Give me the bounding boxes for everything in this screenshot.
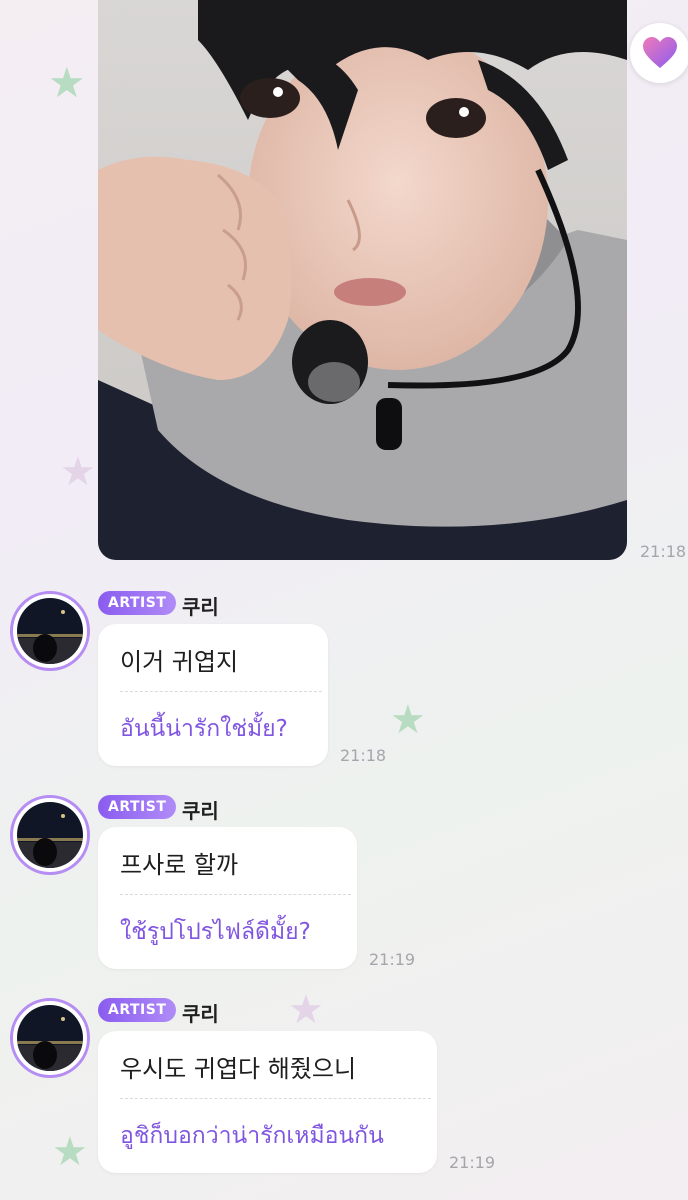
message-text: 프사로 할까 <box>120 851 239 879</box>
star-decoration-icon: ★ <box>48 58 86 107</box>
message-bubble[interactable]: 프사로 할까 ใช้รูปโปรไฟล์ดีมั้ย? <box>98 827 357 969</box>
message-timestamp: 21:19 <box>369 950 416 969</box>
artist-avatar[interactable] <box>10 795 90 875</box>
message-timestamp: 21:19 <box>449 1153 496 1172</box>
avatar-photo <box>17 1005 83 1071</box>
artist-avatar[interactable] <box>10 998 90 1078</box>
translation-divider <box>120 894 351 895</box>
reaction-button[interactable] <box>630 23 688 83</box>
translation-divider <box>120 691 322 692</box>
artist-badge: ARTIST <box>98 591 177 615</box>
artist-badge: ARTIST <box>98 998 177 1022</box>
message-text: 우시도 귀엽다 해줬으니 <box>120 1055 357 1083</box>
photo-message[interactable] <box>98 0 627 560</box>
avatar-photo <box>17 598 83 664</box>
avatar-photo <box>17 802 83 868</box>
photo-timestamp: 21:18 <box>640 542 687 561</box>
artist-badge: ARTIST <box>98 795 177 819</box>
star-decoration-icon: ★ <box>288 987 324 1033</box>
translation-divider <box>120 1098 431 1099</box>
star-decoration-icon: ★ <box>60 449 96 495</box>
message-translation: อูชิก็บอกว่าน่ารักเหมือนกัน <box>120 1123 384 1149</box>
sender-name: 쿠리 <box>182 595 219 619</box>
message-translation: อันนี้น่ารักใช่มั้ย? <box>120 716 288 742</box>
star-decoration-icon: ★ <box>390 697 426 743</box>
artist-avatar[interactable] <box>10 591 90 671</box>
sender-name: 쿠리 <box>182 799 219 823</box>
message-timestamp: 21:18 <box>340 746 387 765</box>
sender-name: 쿠리 <box>182 1002 219 1026</box>
message-bubble[interactable]: 우시도 귀엽다 해줬으니 อูชิก็บอกว่าน่ารักเหมือนกัน <box>98 1031 437 1173</box>
message-translation: ใช้รูปโปรไฟล์ดีมั้ย? <box>120 919 311 945</box>
star-decoration-icon: ★ <box>52 1129 88 1175</box>
message-text: 이거 귀엽지 <box>120 648 239 676</box>
heart-icon <box>643 37 677 68</box>
message-bubble[interactable]: 이거 귀엽지 อันนี้น่ารักใช่มั้ย? <box>98 624 328 766</box>
